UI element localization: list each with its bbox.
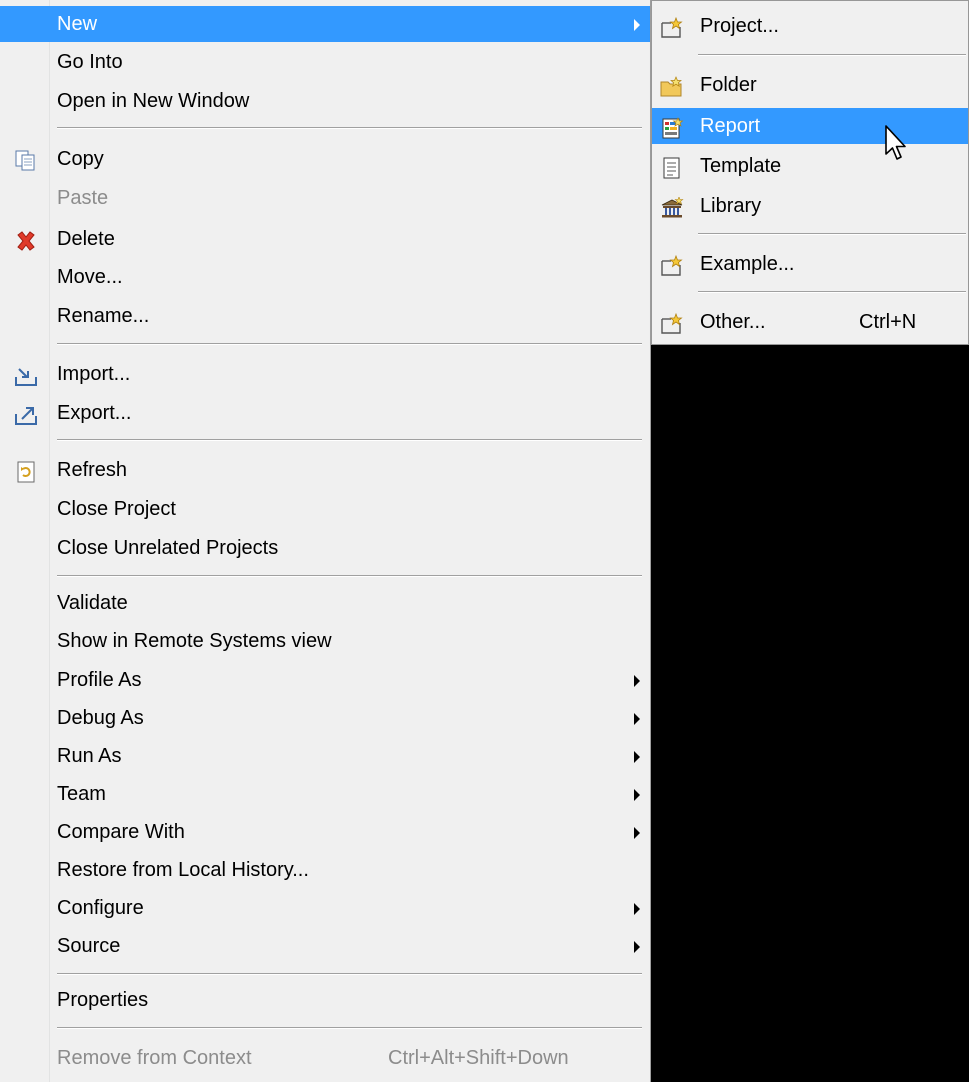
menu-item-label: Run As [57, 745, 122, 767]
submenu-item-label: Example... [700, 253, 795, 275]
submenu-arrow-icon [634, 713, 640, 725]
submenu-arrow-icon [634, 675, 640, 687]
submenu-item-template[interactable]: Template [652, 148, 968, 184]
new-example-icon [660, 253, 684, 276]
menu-item-label: Rename... [57, 305, 150, 327]
submenu-separator [698, 54, 966, 56]
menu-item-label: Delete [57, 228, 115, 250]
menu-item-new[interactable]: New [0, 6, 650, 42]
submenu-item-label: Folder [700, 74, 757, 96]
menu-item-move[interactable]: Move... [0, 259, 650, 295]
submenu-item-shortcut: Ctrl+N [859, 311, 917, 333]
menu-item-paste: Paste [0, 180, 650, 216]
submenu-item-folder[interactable]: Folder [652, 67, 968, 103]
submenu-item-label: Template [700, 155, 782, 177]
new-other-icon [660, 311, 684, 334]
menu-item-go-into[interactable]: Go Into [0, 44, 650, 80]
report-icon [660, 115, 684, 139]
menu-item-label: Properties [57, 989, 149, 1011]
menu-separator [57, 1027, 642, 1029]
menu-item-label: Team [57, 783, 106, 805]
copy-icon [14, 148, 38, 171]
menu-item-export[interactable]: Export... [0, 395, 650, 431]
new-project-icon [660, 15, 684, 38]
submenu-item-label: Report [700, 115, 761, 137]
menu-item-close-project[interactable]: Close Project [0, 491, 650, 527]
menu-item-label: Debug As [57, 707, 144, 729]
menu-separator [57, 439, 642, 441]
submenu-item-label: Other... [700, 311, 766, 333]
menu-item-source[interactable]: Source [0, 928, 650, 964]
mouse-pointer-icon [884, 124, 910, 168]
menu-item-remove-from-context: Remove from Context Ctrl+Alt+Shift+Down [0, 1040, 650, 1076]
context-menu: New Go Into Open in New Window Copy Past… [0, 0, 651, 1082]
template-icon [660, 155, 684, 179]
menu-item-copy[interactable]: Copy [0, 141, 650, 177]
menu-item-label: Compare With [57, 821, 185, 843]
submenu-separator [698, 233, 966, 235]
menu-item-label: Profile As [57, 669, 142, 691]
submenu-item-project[interactable]: Project... [652, 8, 968, 44]
import-icon [14, 363, 38, 386]
library-icon [660, 195, 684, 218]
submenu-arrow-icon [634, 751, 640, 763]
submenu-item-other[interactable]: Other... Ctrl+N [652, 304, 968, 340]
menu-item-label: Restore from Local History... [57, 859, 309, 881]
submenu-arrow-icon [634, 941, 640, 953]
menu-item-import[interactable]: Import... [0, 356, 650, 392]
menu-separator [57, 127, 642, 129]
menu-item-label: Close Unrelated Projects [57, 537, 279, 559]
menu-item-configure[interactable]: Configure [0, 890, 650, 926]
menu-item-team[interactable]: Team [0, 776, 650, 812]
menu-item-profile-as[interactable]: Profile As [0, 662, 650, 698]
menu-item-label: Import... [57, 363, 131, 385]
submenu-arrow-icon [634, 827, 640, 839]
menu-item-label: Validate [57, 592, 128, 614]
menu-item-label: Show in Remote Systems view [57, 630, 332, 652]
menu-item-delete[interactable]: Delete [0, 221, 650, 257]
menu-item-compare-with[interactable]: Compare With [0, 814, 650, 850]
export-icon [14, 402, 38, 425]
menu-separator [57, 973, 642, 975]
menu-item-label: Export... [57, 402, 132, 424]
menu-item-label: Go Into [57, 51, 123, 73]
new-submenu: Project... Folder Report Template Librar… [651, 0, 969, 345]
menu-item-restore-from-local-history[interactable]: Restore from Local History... [0, 852, 650, 888]
menu-item-label: Source [57, 935, 121, 957]
delete-icon [14, 228, 38, 251]
submenu-item-label: Library [700, 195, 762, 217]
menu-item-validate[interactable]: Validate [0, 585, 650, 621]
refresh-icon [14, 459, 38, 483]
submenu-separator [698, 291, 966, 293]
menu-item-refresh[interactable]: Refresh [0, 452, 650, 488]
submenu-item-label: Project... [700, 15, 779, 37]
menu-item-open-in-new-window[interactable]: Open in New Window [0, 83, 650, 119]
menu-item-rename[interactable]: Rename... [0, 298, 650, 334]
submenu-arrow-icon [634, 903, 640, 915]
menu-item-debug-as[interactable]: Debug As [0, 700, 650, 736]
menu-item-label: Open in New Window [57, 90, 250, 112]
folder-icon [660, 74, 684, 97]
menu-separator [57, 575, 642, 577]
menu-item-label: Move... [57, 266, 123, 288]
menu-item-label: Paste [57, 187, 109, 209]
menu-item-run-as[interactable]: Run As [0, 738, 650, 774]
submenu-arrow-icon [634, 19, 640, 31]
menu-item-label: Close Project [57, 498, 176, 520]
menu-item-label: Remove from Context [57, 1047, 252, 1069]
menu-item-close-unrelated-projects[interactable]: Close Unrelated Projects [0, 530, 650, 566]
menu-item-label: Configure [57, 897, 144, 919]
menu-item-shortcut: Ctrl+Alt+Shift+Down [388, 1047, 569, 1069]
menu-separator [57, 343, 642, 345]
menu-item-properties[interactable]: Properties [0, 982, 650, 1018]
menu-item-label: New [57, 13, 98, 35]
submenu-item-report[interactable]: Report [652, 108, 968, 144]
menu-item-label: Copy [57, 148, 104, 170]
submenu-item-library[interactable]: Library [652, 188, 968, 224]
submenu-item-example[interactable]: Example... [652, 246, 968, 282]
submenu-arrow-icon [634, 789, 640, 801]
menu-item-show-in-remote-systems-view[interactable]: Show in Remote Systems view [0, 623, 650, 659]
menu-item-label: Refresh [57, 459, 128, 481]
